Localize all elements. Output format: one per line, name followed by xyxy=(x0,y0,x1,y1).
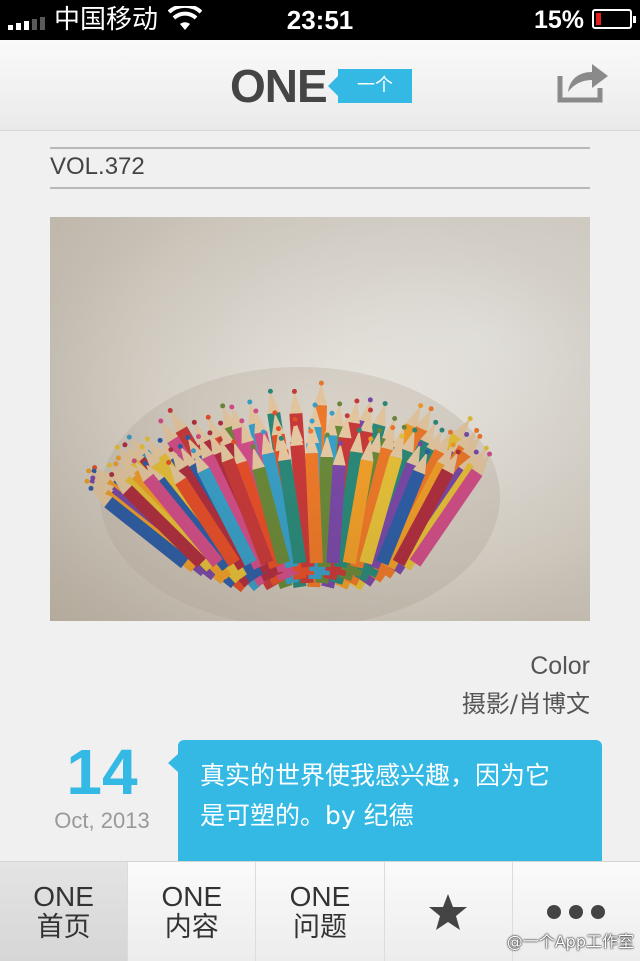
tab-one-content[interactable]: ONE 内容 xyxy=(128,862,257,961)
battery-percent: 15% xyxy=(533,6,584,34)
tab-one-home[interactable]: ONE 首页 xyxy=(0,862,129,961)
tab-label-top: ONE xyxy=(33,881,94,912)
quote-bubble[interactable]: 真实的世界使我感兴趣，因为它 是可塑的。by 纪德 xyxy=(168,740,602,874)
tab-one-question[interactable]: ONE 问题 xyxy=(256,862,385,961)
date-month-year: Oct, 2013 xyxy=(54,808,150,833)
status-bar: 中国移动 23:51 15% xyxy=(0,0,640,40)
pencils-illustration xyxy=(50,217,590,621)
app-logo: ONE xyxy=(230,60,328,112)
tab-label-top: ONE xyxy=(289,881,351,912)
divider xyxy=(50,147,590,149)
quote-line-2: 是可塑的。by 纪德 xyxy=(200,801,414,830)
quote-line-1: 真实的世界使我感兴趣，因为它 xyxy=(200,761,551,790)
nav-bar: ONE 一个 xyxy=(0,40,640,131)
logo-tag: 一个 xyxy=(328,69,412,103)
tab-label-top: ONE xyxy=(161,881,223,912)
photo-title: Color xyxy=(530,652,590,680)
tab-label-bottom: 内容 xyxy=(164,912,219,943)
battery-level xyxy=(596,13,601,25)
date-day: 14 xyxy=(66,736,138,808)
colored-pencils-photo[interactable] xyxy=(50,217,590,621)
star-icon xyxy=(429,893,468,930)
more-dots-icon xyxy=(547,904,606,919)
photo-credit: 摄影/肖博文 xyxy=(461,690,590,718)
watermark: @一个App工作室 xyxy=(506,932,634,951)
volume-label: VOL.372 xyxy=(50,153,145,180)
divider xyxy=(50,187,590,189)
battery-icon xyxy=(592,9,636,29)
tab-favorites[interactable] xyxy=(385,862,513,961)
home-content: VOL.372 Color 摄影/肖博文 14 Oct, 2013 真实的世界使… xyxy=(0,131,640,874)
tab-label-bottom: 首页 xyxy=(36,912,91,943)
share-icon[interactable] xyxy=(556,58,610,104)
tab-label-bottom: 问题 xyxy=(293,912,347,943)
